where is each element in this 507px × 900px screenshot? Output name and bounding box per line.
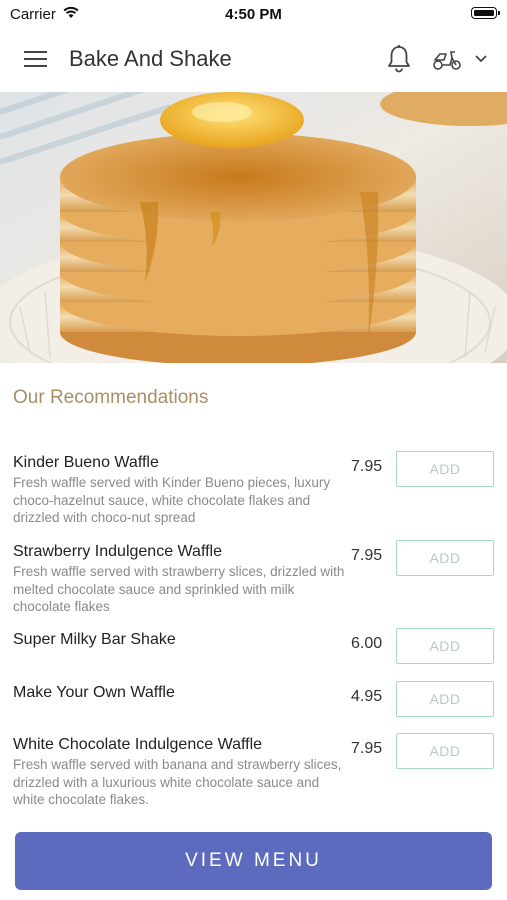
add-button[interactable]: ADD	[396, 681, 494, 717]
item-price: 4.95	[351, 688, 383, 705]
view-menu-button[interactable]: VIEW MENU	[15, 832, 492, 890]
item-name: White Chocolate Indulgence Waffle	[13, 736, 263, 753]
add-button[interactable]: ADD	[396, 540, 494, 576]
pancake-stack-image	[0, 92, 507, 363]
item-price: 6.00	[351, 635, 383, 652]
chevron-down-icon[interactable]	[474, 54, 488, 63]
add-button[interactable]: ADD	[396, 733, 494, 769]
scooter-icon[interactable]	[432, 49, 462, 71]
item-price: 7.95	[351, 740, 383, 757]
item-name: Make Your Own Waffle	[13, 684, 175, 701]
item-name: Kinder Bueno Waffle	[13, 454, 159, 471]
add-button[interactable]: ADD	[396, 451, 494, 487]
item-price: 7.95	[351, 547, 383, 564]
item-name: Strawberry Indulgence Waffle	[13, 543, 222, 560]
item-price: 7.95	[351, 458, 383, 475]
section-title-recommendations: Our Recommendations	[13, 387, 209, 408]
item-name: Super Milky Bar Shake	[13, 631, 176, 648]
menu-icon[interactable]	[24, 51, 48, 69]
battery-icon	[471, 7, 500, 19]
item-description: Fresh waffle served with banana and stra…	[13, 757, 342, 807]
item-description: Fresh waffle served with strawberry slic…	[13, 564, 345, 614]
item-description: Fresh waffle served with Kinder Bueno pi…	[13, 475, 331, 525]
hero-image	[0, 92, 507, 363]
app-title: Bake And Shake	[69, 46, 232, 71]
bell-icon[interactable]	[386, 44, 412, 74]
add-button[interactable]: ADD	[396, 628, 494, 664]
status-bar: Carrier 4:50 PM	[0, 0, 507, 28]
clock: 4:50 PM	[225, 6, 282, 23]
app-header: Bake And Shake	[0, 28, 507, 92]
